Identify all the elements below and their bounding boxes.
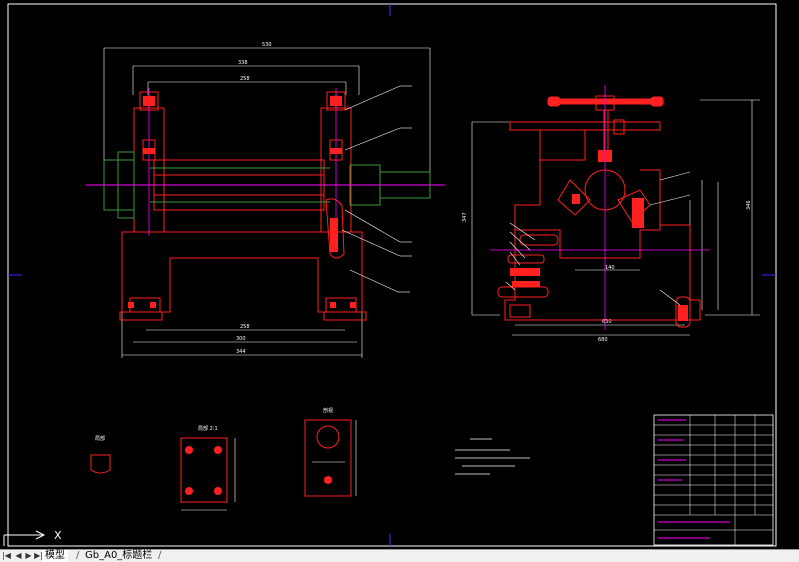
detail-label: 剖视 [323,407,333,414]
svg-text:338: 338 [238,60,248,66]
detail-label: 局部 2:1 [198,425,218,432]
svg-text:346: 346 [746,200,752,210]
tab-model[interactable]: 模型 [42,550,68,562]
ucs-x-label: X [54,529,62,542]
tab-prev-button[interactable]: ◀ [14,550,23,562]
tab-layout-gb-a0[interactable]: Gb_A0_标题栏 [82,550,155,562]
svg-text:530: 530 [262,42,272,48]
tab-first-button[interactable]: |◀ [2,550,11,562]
cad-drawing-canvas[interactable]: 530 338 258 258 300 344 630 680 140 347 … [0,0,799,549]
svg-text:258: 258 [240,324,250,330]
svg-text:300: 300 [236,336,246,342]
svg-text:344: 344 [236,349,246,355]
svg-text:680: 680 [598,337,608,343]
tab-separator: / [158,550,162,561]
layout-tab-bar: |◀ ◀ ▶ ▶| 模型 / Gb_A0_标题栏 / [0,549,799,562]
tab-separator: / [76,550,80,561]
svg-text:347: 347 [462,212,468,222]
svg-text:258: 258 [240,76,250,82]
tab-next-button[interactable]: ▶ [24,550,33,562]
svg-text:140: 140 [605,265,615,271]
detail-label: 局部 [95,435,105,442]
